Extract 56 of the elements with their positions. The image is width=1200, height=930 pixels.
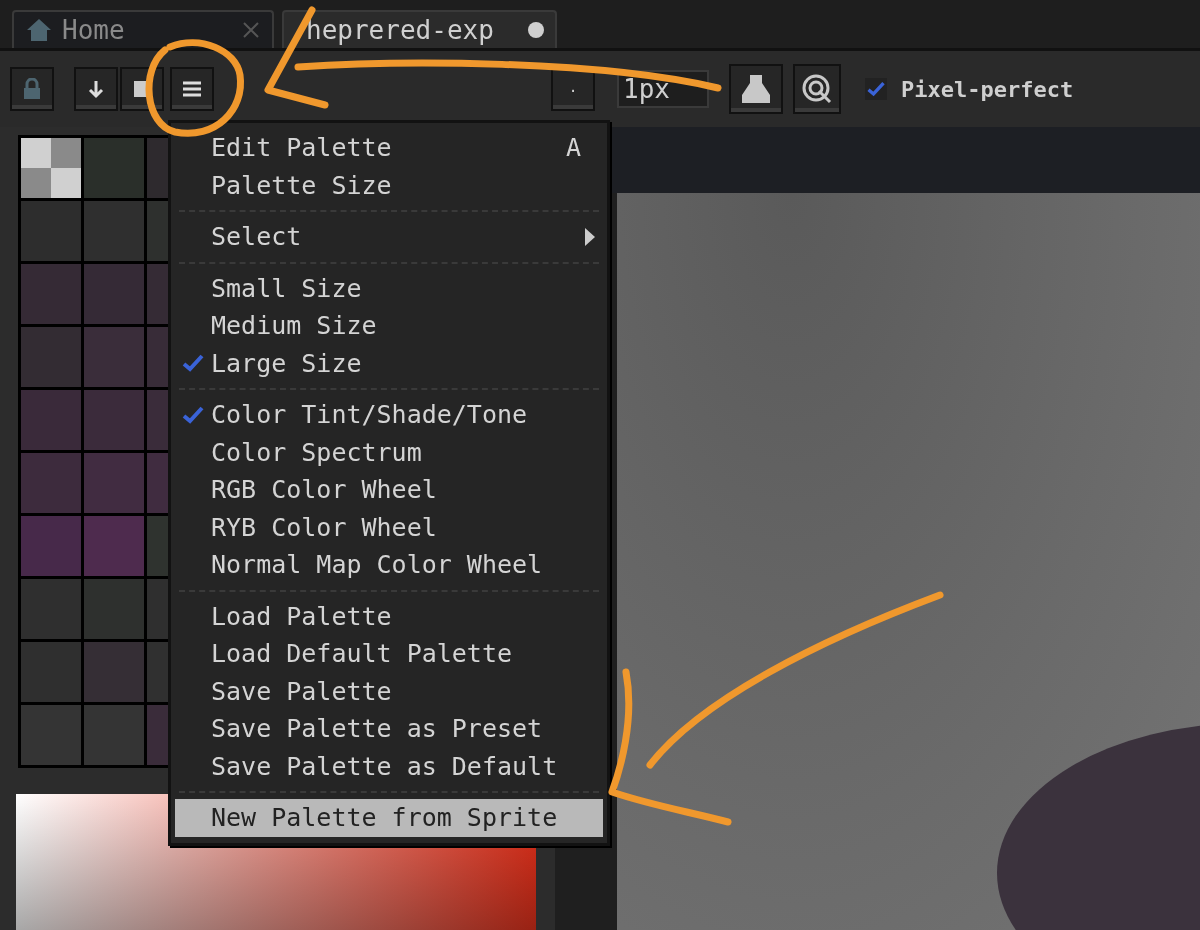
menu-item[interactable]: Select [175,218,603,256]
color-swatch[interactable] [84,642,144,702]
menu-item[interactable]: New Palette from Sprite [175,799,603,837]
menu-item[interactable]: Edit Palette A [175,129,603,167]
color-swatch[interactable] [84,138,144,198]
color-swatch[interactable] [21,390,81,450]
menu-item[interactable]: Medium Size [175,307,603,345]
lock-button[interactable] [10,67,54,111]
color-swatch[interactable] [84,516,144,576]
down-arrow-button[interactable] [74,67,118,111]
menu-button[interactable] [170,67,214,111]
color-swatch[interactable] [21,705,81,765]
shortcut-label: A [565,133,581,163]
menu-item[interactable]: RYB Color Wheel [175,508,603,546]
menu-item[interactable]: Color Spectrum [175,433,603,471]
menu-item[interactable]: RGB Color Wheel [175,471,603,509]
tab[interactable]: Home [12,10,274,48]
menu-item[interactable]: Color Tint/Shade/Tone [175,396,603,434]
target-button[interactable] [793,64,841,114]
color-swatch[interactable] [21,264,81,324]
tab[interactable]: heprered-exp [282,10,557,48]
lock-icon [21,78,43,100]
color-swatch[interactable] [21,453,81,513]
menu-item[interactable]: Load Default Palette [175,635,603,673]
menu-item[interactable]: Save Palette [175,672,603,710]
color-swatch[interactable] [21,579,81,639]
down-arrow-icon [87,79,105,99]
menu-item[interactable]: Palette Size [175,166,603,204]
color-swatch[interactable] [21,642,81,702]
pixel-perfect-checkbox[interactable] [865,78,887,100]
tab-label: Home [62,15,125,45]
transparent-swatch[interactable] [21,138,81,198]
color-swatch[interactable] [84,453,144,513]
color-swatch[interactable] [84,579,144,639]
color-swatch[interactable] [21,201,81,261]
close-icon[interactable] [242,21,260,39]
menu-item[interactable]: Load Palette [175,597,603,635]
ink-button[interactable] [729,64,783,114]
ink-bottle-icon [740,73,772,105]
pixel-perfect-label: Pixel-perfect [901,76,1074,102]
color-swatch[interactable] [21,327,81,387]
color-swatch[interactable] [84,390,144,450]
menu-item[interactable]: Save Palette as Preset [175,710,603,748]
color-swatch[interactable] [84,201,144,261]
tab-label: heprered-exp [306,15,494,45]
target-icon [801,73,833,105]
color-swatch[interactable] [84,327,144,387]
color-swatch[interactable] [21,516,81,576]
color-swatch[interactable] [84,705,144,765]
menu-item[interactable]: Normal Map Color Wheel [175,546,603,584]
color-swatch[interactable] [84,264,144,324]
home-icon [26,18,52,42]
menu-icon [182,80,202,98]
menu-item[interactable]: Large Size [175,344,603,382]
menu-item[interactable]: Small Size [175,269,603,307]
menu-item[interactable]: Save Palette as Default [175,747,603,785]
